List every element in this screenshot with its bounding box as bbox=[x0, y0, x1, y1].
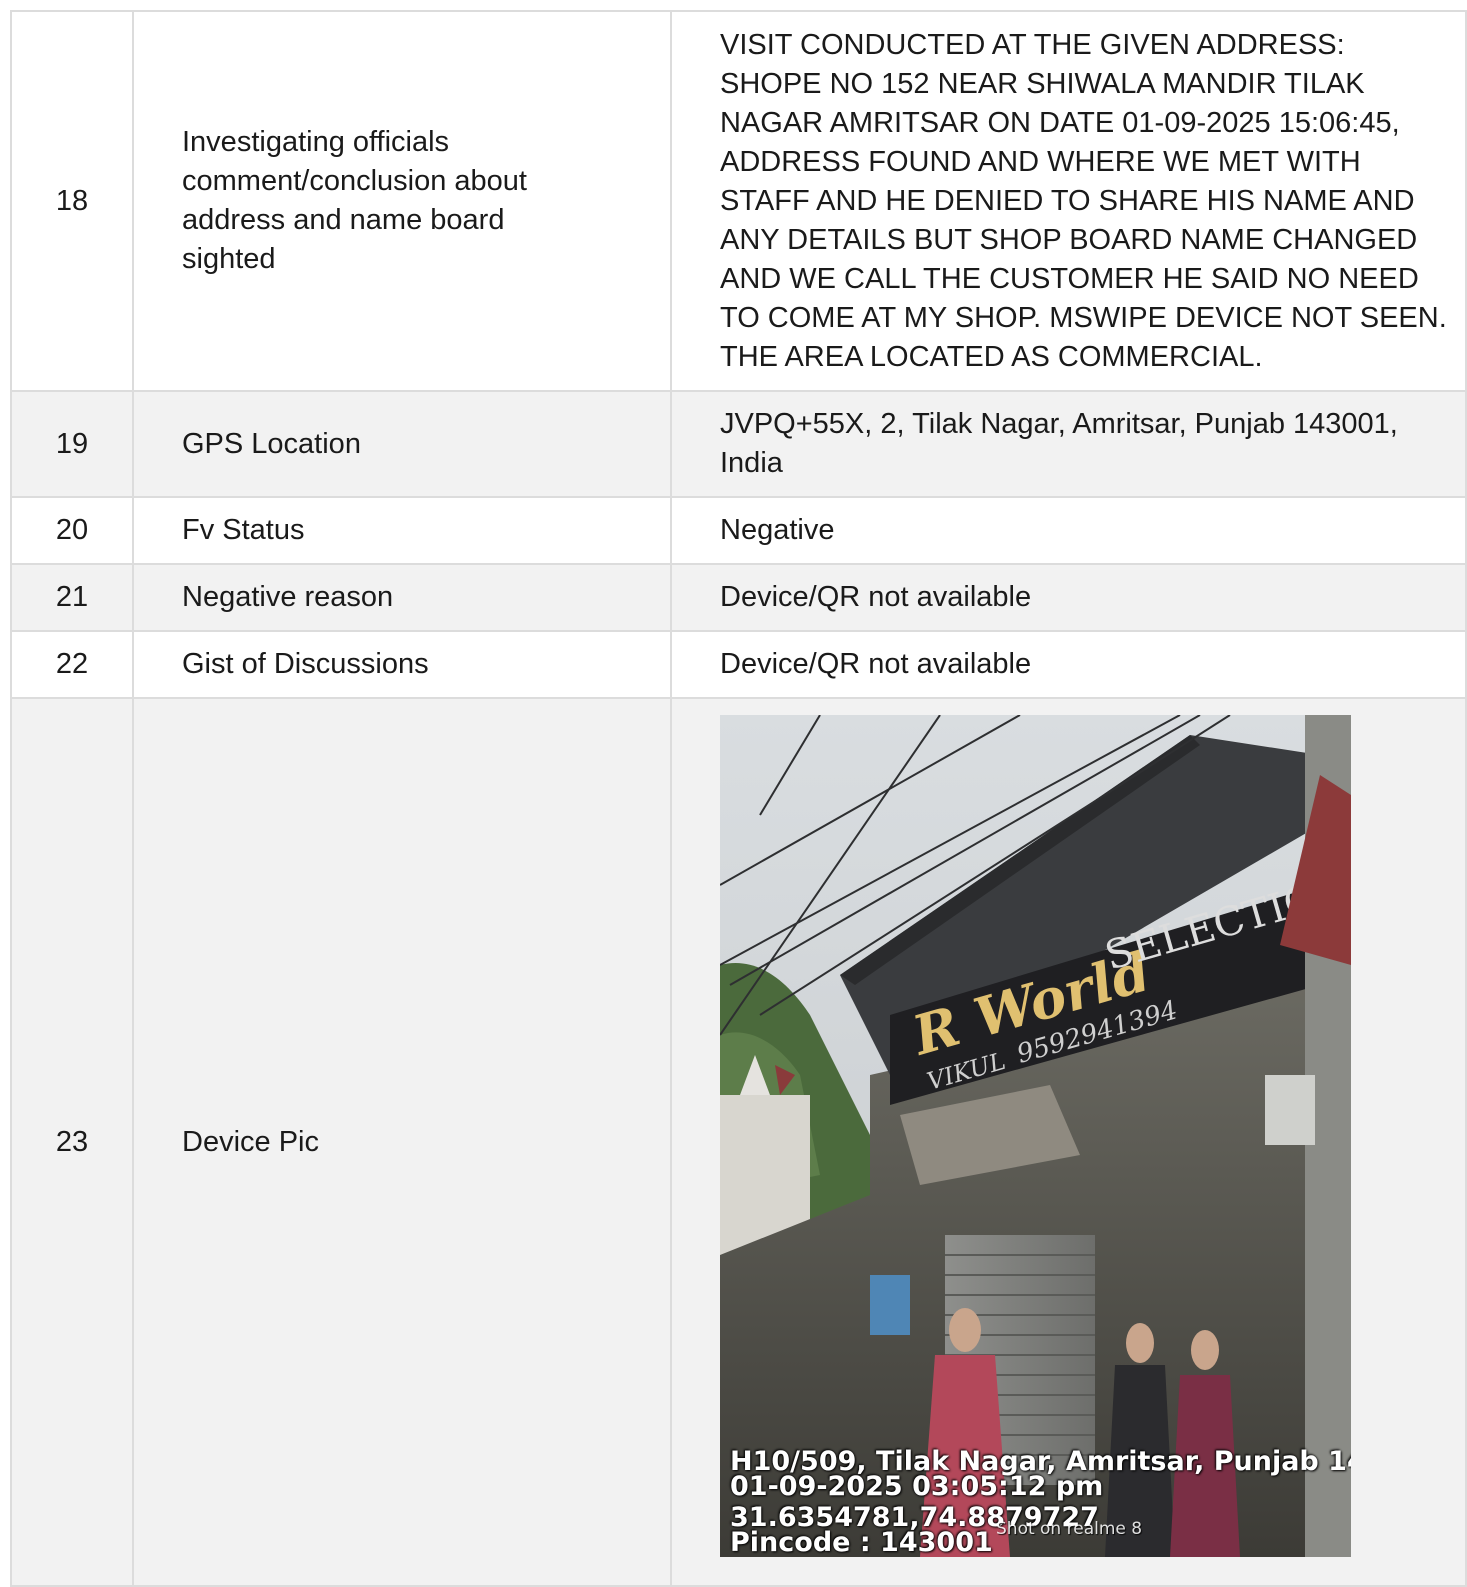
mannequin-head bbox=[949, 1308, 981, 1352]
row-number: 21 bbox=[10, 563, 134, 632]
row-number: 19 bbox=[10, 390, 134, 498]
table-row: 18 Investigating officials comment/concl… bbox=[10, 10, 1467, 392]
row-value: JVPQ+55X, 2, Tilak Nagar, Amritsar, Punj… bbox=[670, 390, 1467, 498]
shopfront-scene: R World SELECTIO VIKUL 9592941394 bbox=[720, 715, 1351, 1557]
row-value: VISIT CONDUCTED AT THE GIVEN ADDRESS: SH… bbox=[670, 10, 1467, 392]
row-label: GPS Location bbox=[132, 390, 672, 498]
row-number: 22 bbox=[10, 630, 134, 699]
camera-watermark: Shot on realme 8 bbox=[996, 1519, 1143, 1539]
row-label: Fv Status bbox=[132, 496, 672, 565]
row-value: Device/QR not available bbox=[670, 563, 1467, 632]
mannequin-head bbox=[1126, 1323, 1154, 1363]
row-value: Negative bbox=[670, 496, 1467, 565]
table-row: 22 Gist of Discussions Device/QR not ava… bbox=[10, 630, 1467, 699]
ac-unit bbox=[1265, 1075, 1315, 1145]
row-label-text: Investigating officials comment/conclusi… bbox=[182, 126, 527, 275]
stamp-datetime: 01-09-2025 03:05:12 pm bbox=[730, 1471, 1104, 1502]
table-row: 21 Negative reason Device/QR not availab… bbox=[10, 563, 1467, 632]
row-label: Negative reason bbox=[132, 563, 672, 632]
row-label: Investigating officials comment/conclusi… bbox=[132, 10, 672, 392]
row-number: 20 bbox=[10, 496, 134, 565]
row-number: 23 bbox=[10, 697, 134, 1587]
table-row: 20 Fv Status Negative bbox=[10, 496, 1467, 565]
verification-table: 18 Investigating officials comment/concl… bbox=[10, 10, 1467, 1587]
table-row: 19 GPS Location JVPQ+55X, 2, Tilak Nagar… bbox=[10, 390, 1467, 498]
poster bbox=[870, 1275, 910, 1335]
row-value: R World SELECTIO VIKUL 9592941394 H10/50… bbox=[670, 697, 1467, 1587]
row-label: Gist of Discussions bbox=[132, 630, 672, 699]
mannequin-head bbox=[1191, 1330, 1219, 1370]
row-number: 18 bbox=[10, 10, 134, 392]
table-row: 23 Device Pic R World SELECTIO VIKUL 959… bbox=[10, 697, 1467, 1587]
row-label: Device Pic bbox=[132, 697, 672, 1587]
device-photo[interactable]: R World SELECTIO VIKUL 9592941394 H10/50… bbox=[720, 715, 1351, 1557]
row-value: Device/QR not available bbox=[670, 630, 1467, 699]
